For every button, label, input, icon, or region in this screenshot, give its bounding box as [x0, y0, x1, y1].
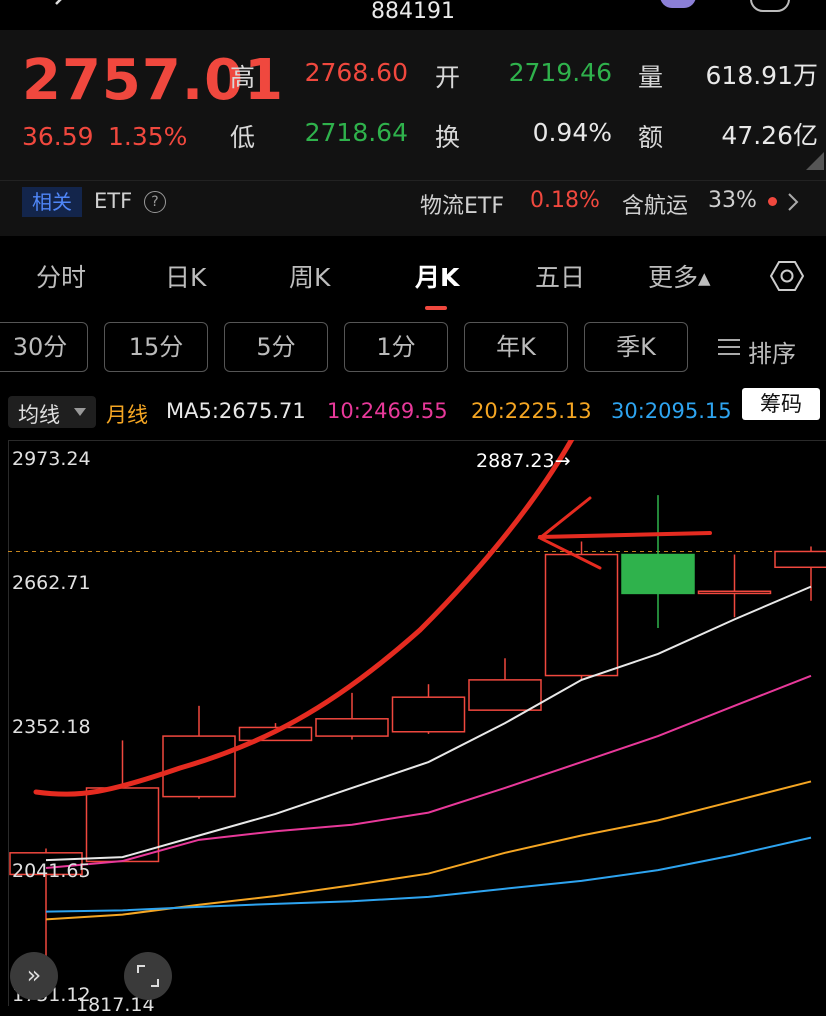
ma20-value: 20:2225.13	[471, 399, 592, 423]
shipping-percent: 33%	[708, 188, 757, 213]
y-tick-label: 2041.65	[12, 860, 91, 882]
low-label: 低	[230, 123, 256, 152]
etf-label: ETF	[94, 189, 133, 213]
sort-button[interactable]: 排序	[748, 334, 796, 369]
period-1min-button[interactable]: 1分	[344, 322, 448, 372]
candle-body	[391, 696, 466, 733]
tab-intraday[interactable]: 分时	[36, 258, 86, 294]
price-change: 36.59	[22, 122, 94, 151]
period-quarterly-k-button[interactable]: 季K	[584, 322, 688, 372]
tab-more[interactable]: 更多▴	[648, 258, 711, 294]
turnover-value: 0.94%	[532, 118, 612, 147]
corner-expand-icon	[806, 152, 824, 170]
ma-line-ma30	[45, 836, 812, 913]
chips-button[interactable]: 筹码	[742, 388, 820, 420]
y-tick-label: 2662.71	[12, 572, 91, 594]
high-label: 高	[230, 63, 256, 92]
low-value: 2718.64	[304, 118, 408, 147]
settings-icon[interactable]	[770, 259, 804, 293]
kline-chart[interactable]	[0, 440, 826, 1005]
candle-body	[162, 735, 236, 798]
chevron-right-icon[interactable]	[786, 192, 800, 212]
turnover-label: 换	[435, 123, 461, 152]
candle-body	[544, 553, 619, 677]
fund-name[interactable]: 物流ETF	[420, 188, 504, 220]
y-tick-label: 2973.24	[12, 448, 91, 470]
fullscreen-icon	[137, 965, 159, 987]
annotation-arrow-line	[538, 531, 712, 539]
notification-dot-icon	[768, 197, 777, 206]
help-icon[interactable]: ?	[144, 191, 166, 213]
candle-body	[697, 590, 772, 595]
y-tick-label: 2352.18	[12, 716, 91, 738]
high-value: 2768.60	[304, 58, 408, 87]
ma5-value: MA5:2675.71	[166, 399, 306, 423]
open-label: 开	[435, 63, 461, 92]
tab-weekly-k[interactable]: 周K	[289, 258, 330, 294]
tab-five-day[interactable]: 五日	[535, 258, 585, 294]
fullscreen-button[interactable]	[124, 952, 172, 1000]
open-value: 2719.46	[508, 58, 612, 87]
tab-monthly-k[interactable]: 月K	[415, 258, 459, 294]
candle-body	[621, 553, 695, 595]
period-5min-button[interactable]: 5分	[224, 322, 328, 372]
fast-forward-button[interactable]: »	[10, 952, 58, 1000]
page-title: 884191	[371, 0, 455, 24]
sort-list-icon[interactable]	[718, 338, 740, 356]
period-15min-button[interactable]: 15分	[104, 322, 208, 372]
volume-value: 618.91万	[705, 61, 818, 90]
period-30min-button[interactable]: 30分	[0, 322, 88, 372]
tab-daily-k[interactable]: 日K	[165, 258, 206, 294]
amount-value: 47.26亿	[721, 121, 818, 150]
candle-body	[315, 718, 389, 737]
period-yearly-k-button[interactable]: 年K	[464, 322, 568, 372]
amount-label: 额	[638, 123, 664, 152]
shipping-label: 含航运	[622, 194, 689, 219]
ma-selector-label[interactable]: 均线	[18, 399, 60, 429]
candle-body	[774, 550, 826, 569]
ma30-value: 30:2095.15	[611, 399, 732, 423]
peak-price-label: 2887.23→	[476, 450, 571, 472]
candle-body	[468, 679, 542, 711]
price-change-percent: 1.35%	[108, 122, 188, 151]
volume-label: 量	[638, 63, 664, 92]
fund-change: 0.18%	[530, 188, 600, 213]
active-tab-indicator	[425, 306, 447, 310]
ma-period-label: 月线	[106, 403, 148, 427]
related-tag[interactable]: 相关	[22, 187, 82, 217]
ma10-value: 10:2469.55	[327, 399, 448, 423]
dropdown-caret-icon[interactable]	[74, 408, 86, 416]
